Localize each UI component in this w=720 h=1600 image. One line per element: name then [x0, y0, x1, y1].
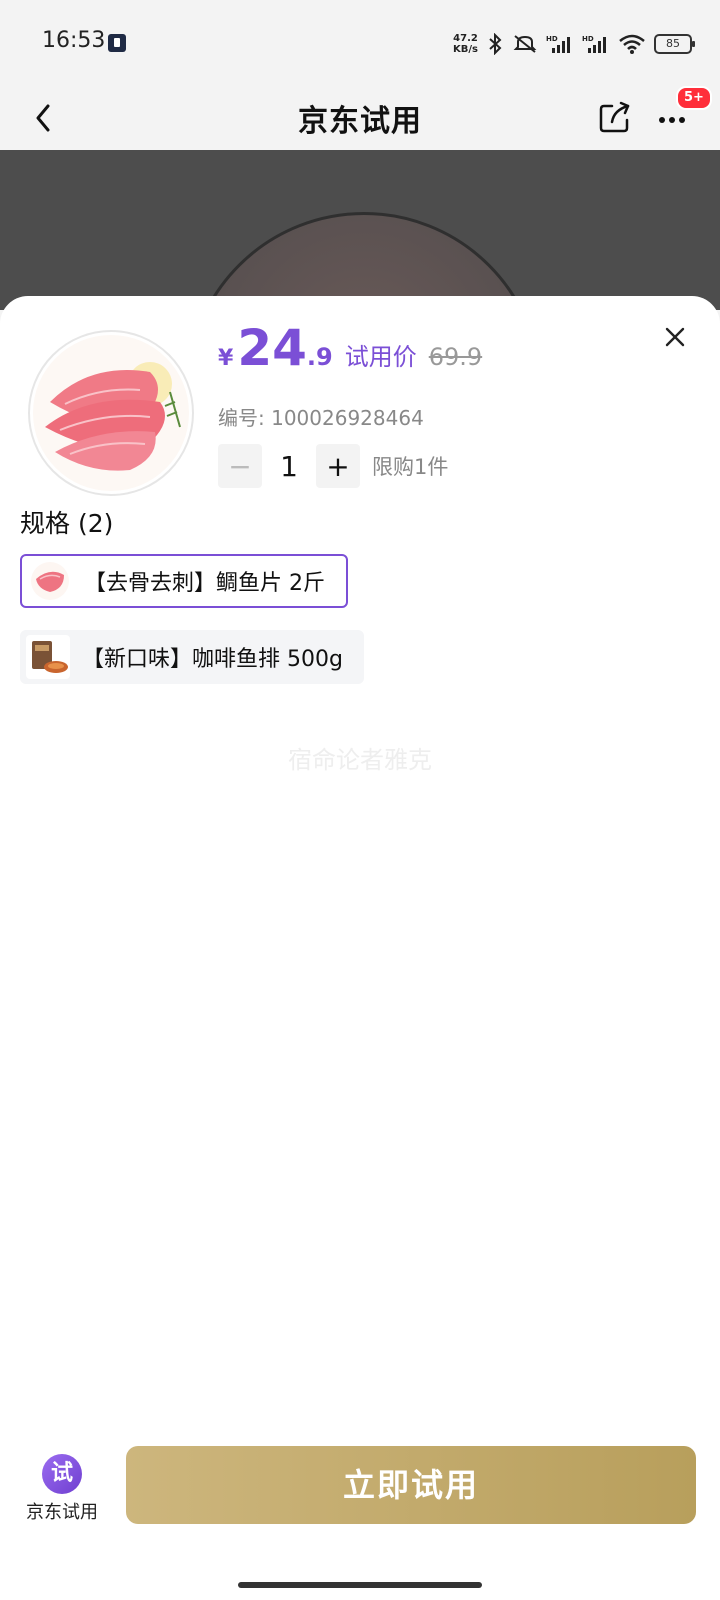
decrease-quantity-button[interactable]: − — [218, 444, 262, 488]
jd-trial-tab-label[interactable]: 京东试用 — [16, 1498, 108, 1524]
status-bar: 16:53 47.2 KB/s HD HD 85 — [0, 0, 720, 86]
fish-fillet-image — [33, 335, 189, 491]
increase-quantity-button[interactable]: + — [316, 444, 360, 488]
spec-section-title: 规格 (2) — [20, 509, 114, 538]
signal-hd-icon: HD — [546, 35, 570, 53]
quantity-value: 1 — [280, 449, 298, 483]
purchase-limit-label: 限购1件 — [372, 455, 449, 479]
spec-option-fish-fillet[interactable]: 【去骨去刺】鲷鱼片 2斤 — [20, 554, 348, 608]
price-integer: 24 — [237, 319, 307, 377]
quantity-stepper: − 1 + 限购1件 — [218, 444, 448, 488]
svg-text:HD: HD — [546, 35, 558, 43]
sku-number: 编号: 100026928464 — [218, 406, 424, 430]
spec-option-label: 【新口味】咖啡鱼排 500g — [82, 647, 343, 672]
product-thumbnail — [28, 330, 194, 496]
mute-icon — [513, 35, 537, 53]
product-hero-image — [0, 150, 720, 310]
spec-thumbnail-coffee-fish — [26, 635, 70, 679]
close-icon[interactable] — [662, 324, 688, 350]
network-speed: 47.2 KB/s — [453, 33, 478, 55]
notification-icon — [108, 34, 126, 52]
original-price: 69.9 — [428, 343, 483, 371]
status-time: 16:53 — [42, 28, 106, 53]
svg-text:HD: HD — [582, 35, 594, 43]
trial-price-label: 试用价 — [344, 343, 417, 371]
network-speed-value: 47.2 — [453, 33, 478, 44]
try-now-button[interactable]: 立即试用 — [126, 1446, 696, 1524]
signal-hd-icon-2: HD — [582, 35, 606, 53]
network-speed-unit: KB/s — [453, 44, 478, 55]
home-indicator — [238, 1582, 482, 1588]
price-row: ¥ 24 .9 试用价 69.9 — [218, 318, 482, 378]
currency-symbol: ¥ — [218, 346, 234, 371]
bluetooth-icon — [489, 33, 502, 55]
share-icon[interactable] — [598, 100, 632, 134]
jd-trial-logo-icon[interactable]: 试 — [42, 1454, 82, 1494]
spec-selector-sheet: ¥ 24 .9 试用价 69.9 编号: 100026928464 − 1 + … — [0, 296, 720, 1600]
battery-indicator: 85 — [654, 34, 695, 54]
status-icons: 47.2 KB/s HD HD 85 — [453, 30, 695, 58]
wifi-icon — [619, 34, 645, 54]
spec-option-coffee-fish[interactable]: 【新口味】咖啡鱼排 500g — [20, 630, 364, 684]
nav-bar: 京东试用 — [0, 86, 720, 150]
bottom-action-bar: 试 京东试用 立即试用 — [0, 1442, 720, 1552]
watermark-text: 宿命论者雅克 — [288, 746, 432, 774]
notification-badge: 5+ — [676, 86, 712, 110]
price-decimal: .9 — [306, 343, 333, 371]
spec-thumbnail-fish-fillet — [28, 559, 72, 603]
spec-option-label: 【去骨去刺】鲷鱼片 2斤 — [84, 571, 325, 596]
